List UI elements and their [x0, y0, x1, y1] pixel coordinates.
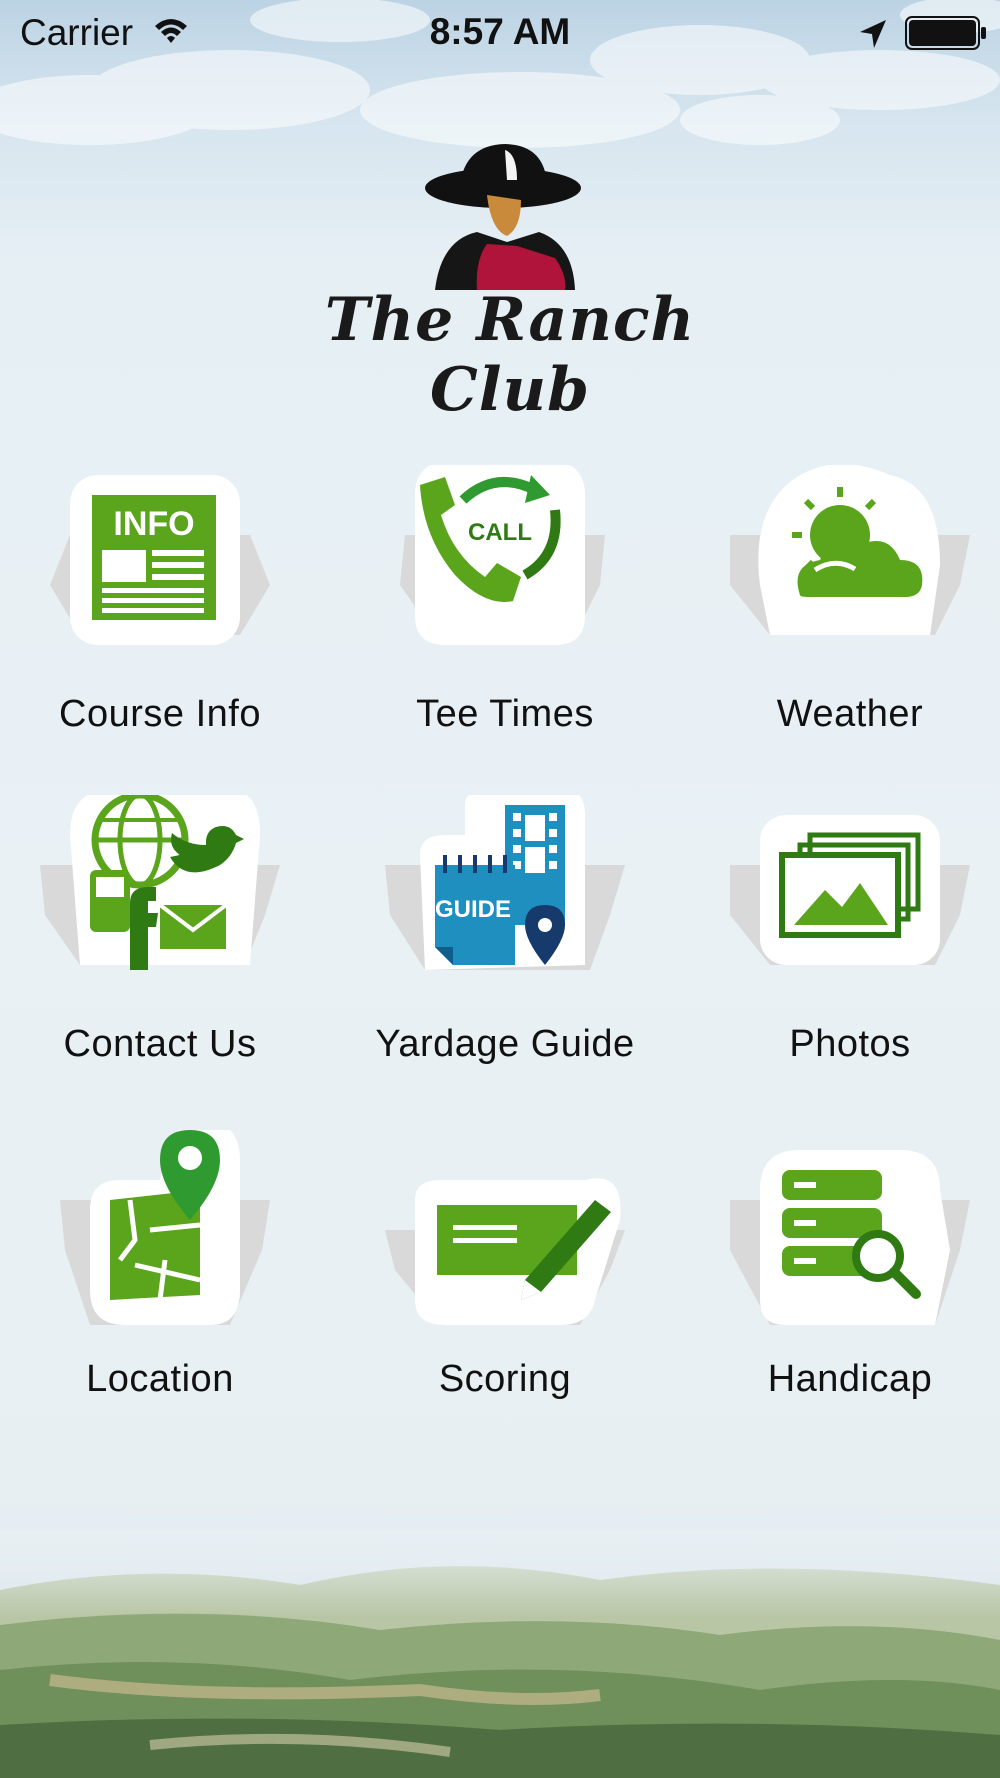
menu-item-label: Weather [776, 693, 924, 735]
golf-course-landscape [0, 1530, 1000, 1778]
menu-item-contact-us[interactable]: Contact Us [0, 795, 320, 1095]
cowboy-logo-icon [425, 144, 581, 290]
clock-time: 8:57 AM [429, 11, 571, 52]
tile-card [730, 815, 970, 965]
menu-item-location[interactable]: Location [0, 1130, 320, 1430]
menu-item-label: Tee Times [416, 693, 594, 735]
tile-card [730, 465, 970, 635]
menu-item-label: Yardage Guide [375, 1023, 635, 1065]
menu-item-label: Handicap [767, 1358, 933, 1400]
location-arrow-icon [860, 20, 886, 48]
menu-item-yardage-guide[interactable]: GUIDE Yardage Guide [345, 795, 665, 1095]
battery-icon [905, 16, 986, 50]
tile-card: INFO [50, 475, 270, 645]
tile-card: GUIDE [385, 795, 625, 970]
svg-text:INFO: INFO [113, 505, 194, 543]
ranch-club-logo: The Ranch Club [255, 140, 765, 425]
svg-text:GUIDE: GUIDE [435, 896, 511, 923]
menu-item-label: Contact Us [63, 1023, 257, 1065]
svg-text:CALL: CALL [468, 519, 532, 546]
tile-card [60, 1130, 270, 1325]
info-newspaper-icon: INFO [92, 495, 216, 620]
menu-item-handicap[interactable]: Handicap [690, 1130, 1000, 1430]
tile-card: CALL [400, 465, 605, 645]
menu-item-course-info[interactable]: INFO Course Info [0, 465, 320, 765]
menu-item-weather[interactable]: Weather [690, 465, 1000, 765]
logo-text: The Ranch Club [324, 285, 696, 425]
menu-item-scoring[interactable]: Scoring [345, 1130, 665, 1430]
tile-card [40, 795, 280, 970]
menu-item-photos[interactable]: Photos [690, 795, 1000, 1095]
menu-item-label: Photos [789, 1023, 911, 1065]
tile-card [385, 1178, 625, 1325]
menu-item-label: Scoring [438, 1358, 572, 1400]
tile-card [730, 1150, 970, 1325]
menu-item-tee-times[interactable]: CALL Tee Times [345, 465, 665, 765]
status-bar: Carrier 8:57 AM [0, 0, 1000, 66]
menu-item-label: Course Info [59, 693, 261, 735]
menu-item-label: Location [86, 1358, 234, 1400]
app-screen: Carrier 8:57 AM The Ranch Club INFO Cour… [0, 0, 1000, 1778]
